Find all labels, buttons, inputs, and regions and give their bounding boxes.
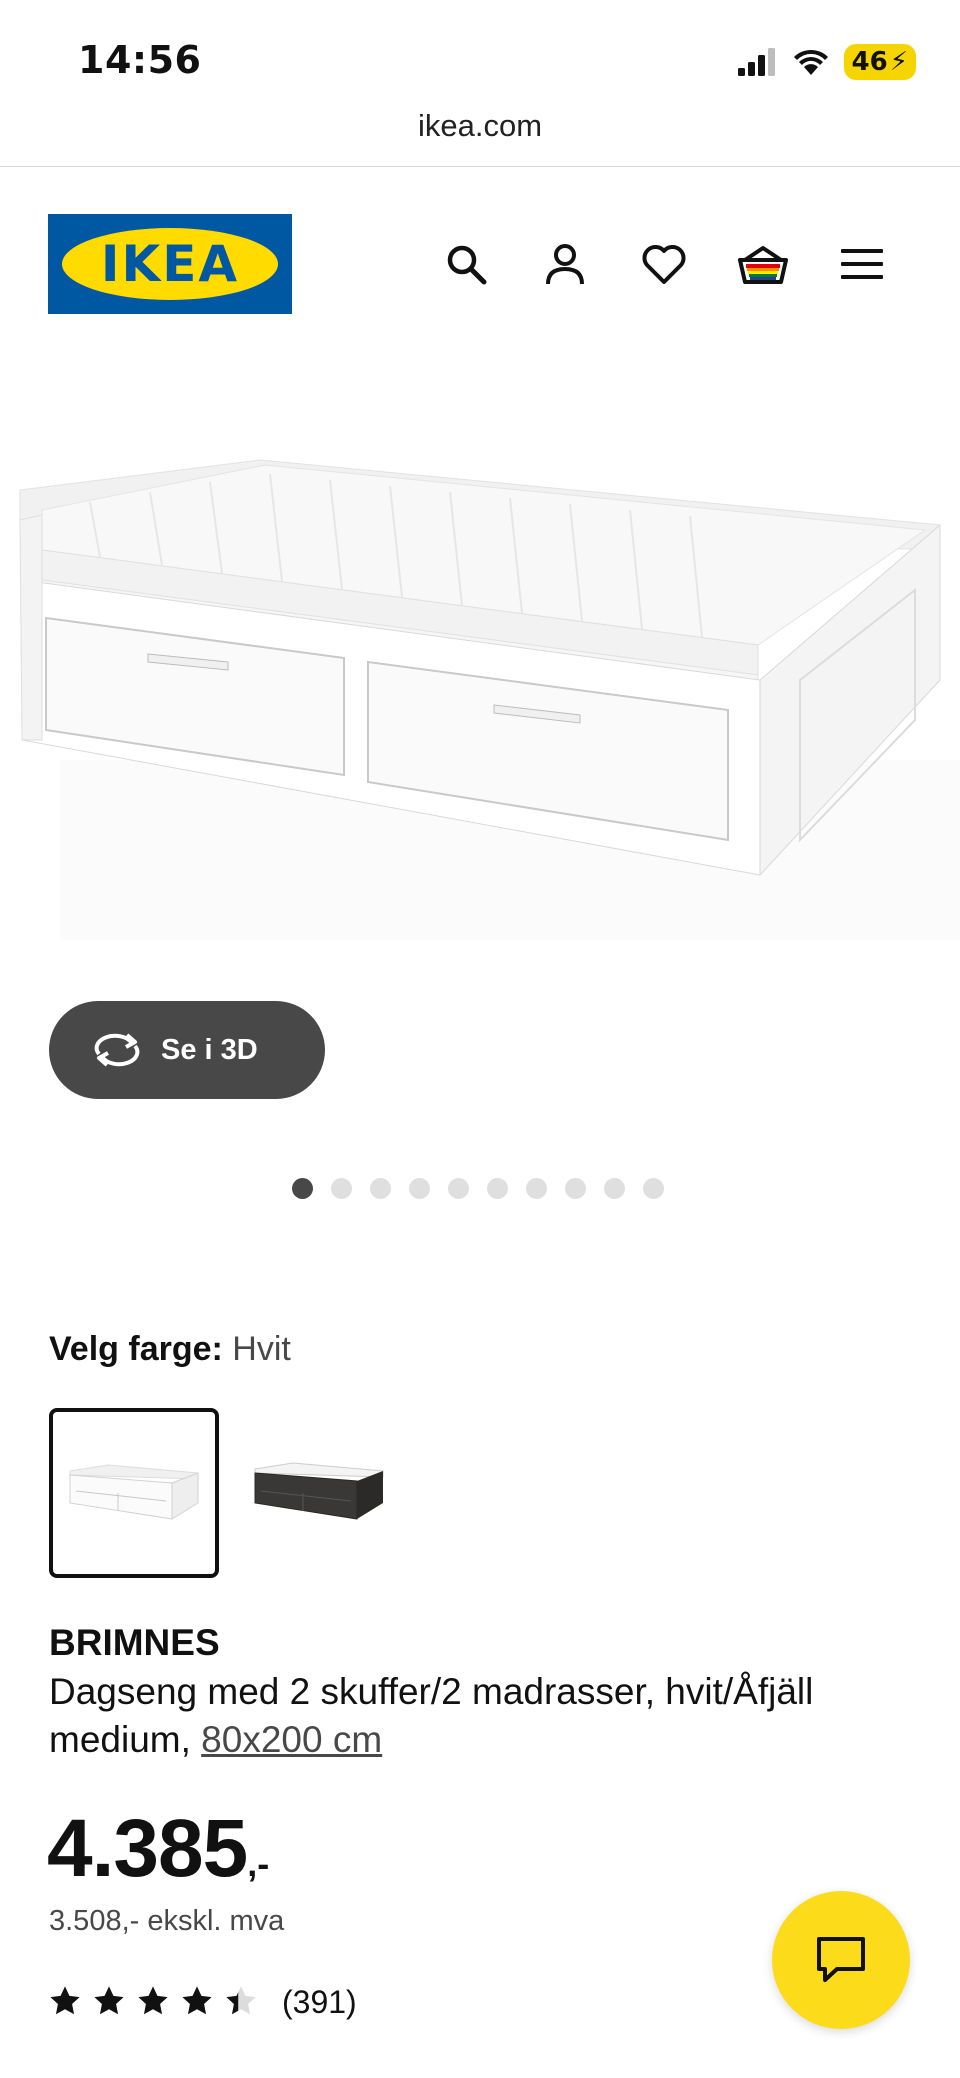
black-brown-daybed-thumbnail [254,1462,384,1520]
product-image[interactable] [0,430,960,1020]
white-daybed-thumbnail [69,1464,199,1520]
star-icon [94,1986,124,2015]
star-icon [50,1986,80,2015]
description-text: Dagseng med 2 skuffer/2 madrasser, hvit/… [49,1671,814,1760]
url-text: ikea.com [417,108,543,143]
carousel-dot[interactable] [487,1178,508,1199]
ikea-logo[interactable]: IKEA [48,214,292,314]
size-link[interactable]: 80x200 cm [201,1719,382,1760]
view-3d-label: Se i 3D [161,1033,258,1066]
color-swatch-black-brown[interactable] [235,1408,403,1576]
menu-icon [841,249,883,279]
view-3d-button[interactable]: Se i 3D [49,1001,325,1099]
account-button[interactable] [535,234,595,294]
carousel-dot[interactable] [643,1178,664,1199]
search-icon [447,245,487,285]
heart-icon [642,245,686,284]
search-button[interactable] [436,234,496,294]
chat-button[interactable] [772,1891,910,2029]
price-suffix: ,- [247,1843,270,1884]
product-description: Dagseng med 2 skuffer/2 madrasser, hvit/… [49,1668,929,1764]
carousel-dot[interactable] [292,1178,313,1199]
carousel-dot[interactable] [526,1178,547,1199]
signal-icon [737,48,775,76]
price-value: 4.385 [47,1803,248,1894]
star-icon [182,1986,212,2015]
wifi-icon [793,49,828,75]
favourites-button[interactable] [634,234,694,294]
carousel-dot[interactable] [604,1178,625,1199]
product-price: 4.385,- [47,1802,269,1896]
carousel-dot[interactable] [448,1178,469,1199]
review-count[interactable]: (391) [282,1984,357,2021]
color-swatch-white[interactable] [49,1408,219,1578]
rotate-3d-icon [94,1033,140,1067]
url-bar[interactable]: ikea.com [0,108,960,167]
carousel-dot[interactable] [331,1178,352,1199]
carousel-dot[interactable] [409,1178,430,1199]
battery-indicator: 46 ⚡ [843,44,916,80]
star-icon [138,1986,168,2015]
price-ex-vat: 3.508,- ekskl. mva [49,1905,285,1937]
basket-button[interactable] [733,234,793,294]
carousel-dot[interactable] [565,1178,586,1199]
basket-icon [738,246,788,284]
chat-bubble-icon [817,1937,865,1982]
charging-icon: ⚡ [889,47,908,77]
rating-stars[interactable] [48,1985,258,2017]
account-icon [546,244,584,285]
carousel-dot[interactable] [370,1178,391,1199]
color-picker-label: Velg farge: Hvit [49,1330,291,1369]
image-carousel-dots [292,1178,664,1199]
selected-color: Hvit [232,1330,291,1368]
star-partial-icon [226,1986,256,2015]
menu-button[interactable] [832,234,892,294]
logo-text: IKEA [100,235,240,293]
status-icons: 46 ⚡ [737,42,916,82]
product-name: BRIMNES [49,1622,220,1663]
color-label-text: Velg farge: [49,1330,223,1368]
status-time: 14:56 [78,38,202,82]
